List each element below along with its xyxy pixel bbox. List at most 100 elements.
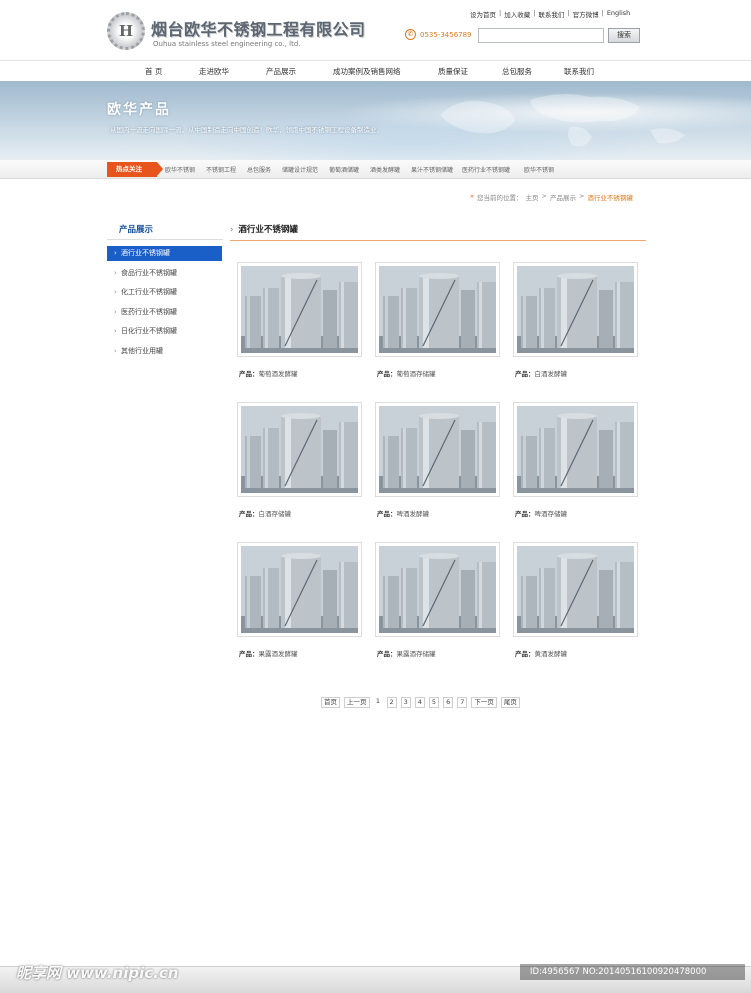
toplink-home[interactable]: 设为首页 — [470, 9, 496, 19]
hot-topic-item[interactable]: 储罐设计规范 — [282, 165, 318, 174]
toplink-favorite[interactable]: 加入收藏 — [504, 9, 530, 19]
product-caption[interactable]: 产品：白酒发酵罐 — [515, 368, 638, 378]
product-card[interactable]: 产品：黄酒发酵罐 — [513, 542, 638, 658]
page-number[interactable]: 6 — [443, 697, 454, 708]
page-number[interactable]: 4 — [414, 697, 425, 708]
phone-number: 0535-3456789 — [420, 30, 472, 39]
hot-topic-item[interactable]: 欧华不锈钢 — [165, 165, 195, 174]
chevron-right-icon: › — [114, 308, 117, 316]
logo[interactable]: H 烟台欧华不锈钢工程有限公司 Ouhua stainless steel en… — [107, 12, 367, 54]
product-image-frame[interactable] — [513, 262, 638, 357]
nav-products[interactable]: 产品展示 — [266, 66, 296, 77]
divider — [107, 239, 223, 240]
tank-photo[interactable] — [241, 266, 358, 353]
product-image-frame[interactable] — [513, 402, 638, 497]
page-next-button[interactable]: 下一页 — [471, 697, 497, 708]
sidebar-item-other[interactable]: › 其他行业用罐 — [107, 344, 222, 359]
hot-topic-item[interactable]: 欧华不锈钢 — [524, 165, 554, 174]
product-image-frame[interactable] — [237, 402, 362, 497]
toplink-weibo[interactable]: 官方微博 — [573, 9, 599, 19]
product-image-frame[interactable] — [513, 542, 638, 637]
page-last-button[interactable]: 尾页 — [500, 697, 520, 708]
nav-cases[interactable]: 成功案例及销售网络 — [333, 66, 401, 77]
product-caption[interactable]: 产品：白酒存储罐 — [239, 508, 362, 518]
product-image-frame[interactable] — [375, 402, 500, 497]
product-card[interactable]: 产品：果露酒发酵罐 — [237, 542, 362, 658]
tank-photo[interactable] — [517, 546, 634, 633]
page-number[interactable]: 1 — [373, 697, 383, 708]
product-card[interactable]: 产品：白酒发酵罐 — [513, 262, 638, 378]
hot-topics-label: 热点关注 — [107, 162, 163, 177]
nav-home[interactable]: 首 页 — [145, 66, 162, 77]
toplink-english[interactable]: English — [607, 9, 630, 19]
product-card[interactable]: 产品：葡萄酒存储罐 — [375, 262, 500, 378]
sidebar-item-food[interactable]: › 食品行业不锈钢罐 — [107, 266, 222, 281]
product-image-frame[interactable] — [237, 262, 362, 357]
product-card[interactable]: 产品：果露酒存储罐 — [375, 542, 500, 658]
hot-topic-item[interactable]: 酒类发酵罐 — [370, 165, 400, 174]
product-caption[interactable]: 产品：葡萄酒发酵罐 — [239, 368, 362, 378]
product-card[interactable]: 产品：葡萄酒发酵罐 — [237, 262, 362, 378]
world-map-decoration — [440, 94, 685, 147]
sidebar-item-chemical[interactable]: › 化工行业不锈钢罐 — [107, 285, 222, 300]
sidebar-item-pharma[interactable]: › 医药行业不锈钢罐 — [107, 305, 222, 320]
product-caption[interactable]: 产品：果露酒存储罐 — [377, 648, 500, 658]
tank-photo[interactable] — [241, 546, 358, 633]
search-button[interactable]: 搜索 — [608, 28, 640, 43]
tank-photo[interactable] — [241, 406, 358, 493]
hot-topic-item[interactable]: 果汁不锈钢储罐 — [411, 165, 453, 174]
nav-about[interactable]: 走进欧华 — [199, 66, 229, 77]
sidebar-item-label: 酒行业不锈钢罐 — [121, 249, 170, 257]
tank-photo[interactable] — [379, 406, 496, 493]
product-card[interactable]: 产品：啤酒发酵罐 — [375, 402, 500, 518]
separator: | — [567, 9, 570, 17]
search-input[interactable] — [478, 28, 604, 43]
product-name: 白酒存储罐 — [258, 510, 292, 518]
breadcrumb-products[interactable]: 产品展示 — [550, 192, 576, 202]
caption-prefix: 产品： — [377, 370, 397, 378]
hot-topic-item[interactable]: 医药行业不锈钢罐 — [462, 165, 510, 174]
tank-photo[interactable] — [517, 406, 634, 493]
tank-photo[interactable] — [517, 266, 634, 353]
page-number[interactable]: 3 — [400, 697, 411, 708]
product-caption[interactable]: 产品：啤酒发酵罐 — [377, 508, 500, 518]
toplink-contact[interactable]: 联系我们 — [538, 9, 564, 19]
hot-topics-bar: 热点关注 欧华不锈钢 不锈钢工程 总包服务 储罐设计规范 葡萄酒储罐 酒类发酵罐… — [0, 160, 751, 179]
page-number[interactable]: 5 — [428, 697, 440, 708]
product-card[interactable]: 产品：啤酒存储罐 — [513, 402, 638, 518]
product-image-frame[interactable] — [375, 262, 500, 357]
logo-emblem-icon: H — [107, 12, 145, 50]
nav-contact[interactable]: 联系我们 — [564, 66, 594, 77]
product-card[interactable]: 产品：白酒存储罐 — [237, 402, 362, 518]
caption-prefix: 产品： — [515, 510, 535, 518]
tank-photo[interactable] — [379, 266, 496, 353]
sidebar-item-daily-chemical[interactable]: › 日化行业不锈钢罐 — [107, 324, 222, 339]
caption-prefix: 产品： — [515, 650, 535, 658]
breadcrumb-prefix: 您当前的位置： — [476, 194, 523, 202]
page-number[interactable]: 2 — [386, 697, 397, 708]
hot-topic-item[interactable]: 葡萄酒储罐 — [329, 165, 359, 174]
page-first-button[interactable]: 首页 — [321, 697, 340, 708]
product-caption[interactable]: 产品：啤酒存储罐 — [515, 508, 638, 518]
product-caption[interactable]: 产品：黄酒发酵罐 — [515, 648, 638, 658]
nav-quality[interactable]: 质量保证 — [438, 66, 468, 77]
sidebar-item-wine[interactable]: › 酒行业不锈钢罐 — [107, 246, 222, 261]
breadcrumb-home[interactable]: 主页 — [525, 192, 538, 202]
product-image-frame[interactable] — [237, 542, 362, 637]
product-image-frame[interactable] — [375, 542, 500, 637]
product-caption[interactable]: 产品：果露酒发酵罐 — [239, 648, 362, 658]
hot-topic-item[interactable]: 不锈钢工程 — [206, 165, 236, 174]
breadcrumb-current: 酒行业不锈钢罐 — [587, 194, 633, 202]
company-name-cn: 烟台欧华不锈钢工程有限公司 — [151, 20, 366, 39]
phone-icon: ✆ — [405, 29, 416, 40]
banner-title: 欧华产品 — [107, 102, 171, 118]
hot-topic-item[interactable]: 总包服务 — [247, 165, 271, 174]
tank-photo[interactable] — [379, 546, 496, 633]
breadcrumb-separator: > — [578, 192, 585, 200]
page-number[interactable]: 7 — [457, 697, 468, 708]
product-caption[interactable]: 产品：葡萄酒存储罐 — [377, 368, 500, 378]
chevron-right-icon: › — [114, 288, 117, 296]
product-name: 葡萄酒存储罐 — [396, 370, 436, 378]
nav-service[interactable]: 总包服务 — [502, 66, 532, 77]
page-prev-button[interactable]: 上一页 — [344, 697, 370, 708]
